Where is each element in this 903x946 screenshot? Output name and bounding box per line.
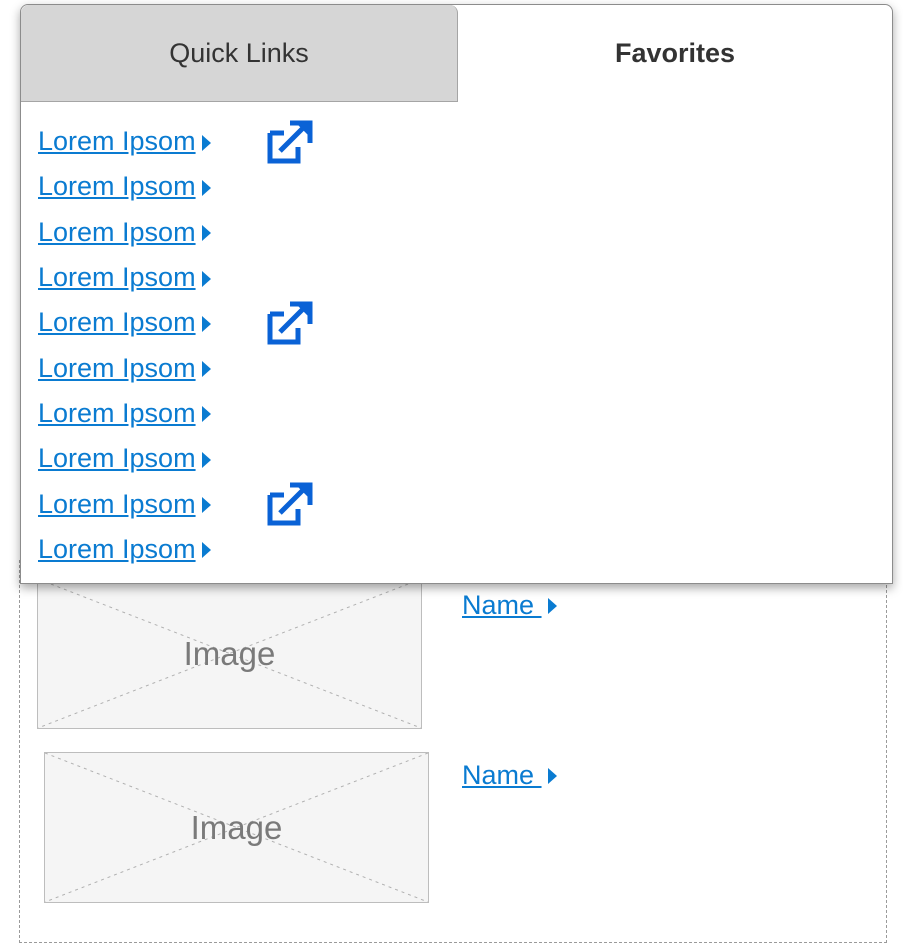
- caret-right-icon: [201, 179, 211, 196]
- lorem-link[interactable]: Lorem Ipsom: [38, 534, 196, 565]
- caret-right-icon: [201, 451, 211, 468]
- caret-right-icon: [201, 497, 211, 514]
- card-name-label: Name: [462, 590, 542, 620]
- list-item: Lorem Ipsom: [38, 391, 211, 436]
- lorem-link[interactable]: Lorem Ipsom: [38, 489, 196, 520]
- quick-links-popover: Quick Links Favorites Lorem Ipsom Lorem …: [20, 4, 893, 584]
- caret-right-icon: [201, 406, 211, 423]
- tab-quick-links[interactable]: Quick Links: [21, 5, 458, 102]
- page: Image Name Image Name Quick Links Favori…: [0, 0, 903, 946]
- image-placeholder: Image: [37, 578, 422, 729]
- caret-right-icon: [201, 542, 211, 559]
- card-name-link[interactable]: Name: [462, 590, 557, 621]
- external-link-icon[interactable]: [266, 481, 314, 527]
- lorem-link[interactable]: Lorem Ipsom: [38, 262, 196, 293]
- lorem-link[interactable]: Lorem Ipsom: [38, 126, 196, 157]
- list-item: Lorem Ipsom: [38, 481, 313, 526]
- list-item: Lorem Ipsom: [38, 300, 313, 345]
- list-item: Lorem Ipsom: [38, 527, 211, 572]
- list-item: Lorem Ipsom: [38, 345, 211, 390]
- external-link-icon[interactable]: [266, 119, 314, 165]
- image-label: Image: [183, 634, 276, 672]
- lorem-link[interactable]: Lorem Ipsom: [38, 171, 196, 202]
- caret-right-icon: [547, 598, 557, 614]
- external-link-icon[interactable]: [266, 300, 314, 346]
- card-name-label: Name: [462, 760, 542, 790]
- caret-right-icon: [547, 768, 557, 784]
- caret-right-icon: [201, 315, 211, 332]
- lorem-link[interactable]: Lorem Ipsom: [38, 307, 196, 338]
- tab-favorites[interactable]: Favorites: [458, 5, 892, 102]
- lorem-link[interactable]: Lorem Ipsom: [38, 398, 196, 429]
- link-list: Lorem Ipsom Lorem Ipsom Lorem Ipsom Lore…: [38, 119, 313, 572]
- lorem-link[interactable]: Lorem Ipsom: [38, 353, 196, 384]
- list-item: Lorem Ipsom: [38, 119, 313, 164]
- image-label: Image: [190, 808, 283, 846]
- caret-right-icon: [201, 134, 211, 151]
- list-item: Lorem Ipsom: [38, 164, 211, 209]
- list-item: Lorem Ipsom: [38, 436, 211, 481]
- caret-right-icon: [201, 270, 211, 287]
- caret-right-icon: [201, 361, 211, 378]
- list-item: Lorem Ipsom: [38, 255, 211, 300]
- lorem-link[interactable]: Lorem Ipsom: [38, 217, 196, 248]
- lorem-link[interactable]: Lorem Ipsom: [38, 443, 196, 474]
- card-name-link[interactable]: Name: [462, 760, 557, 791]
- list-item: Lorem Ipsom: [38, 210, 211, 255]
- image-placeholder: Image: [44, 752, 429, 903]
- caret-right-icon: [201, 225, 211, 242]
